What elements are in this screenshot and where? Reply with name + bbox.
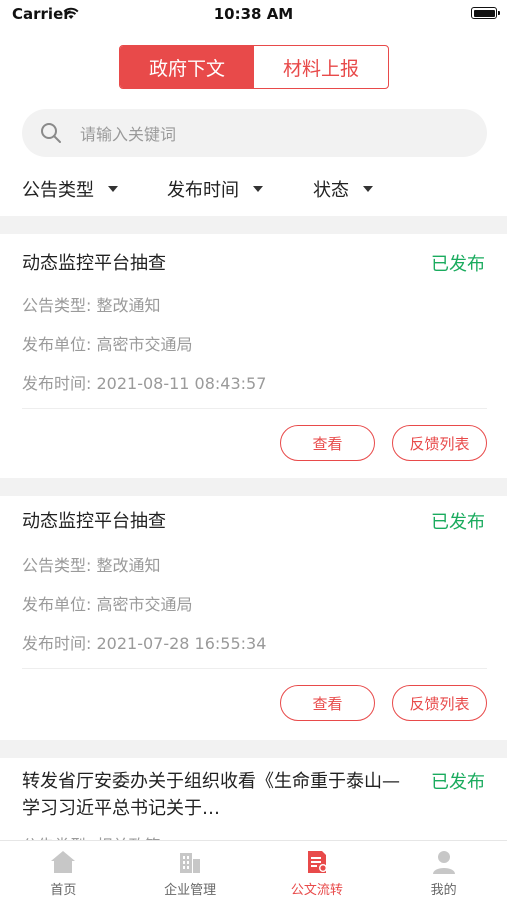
publish-time: 发布时间: 2021-08-11 08:43:57	[22, 374, 267, 393]
status-badge: 已发布	[431, 254, 485, 275]
card-title[interactable]: 动态监控平台抽查	[22, 508, 402, 535]
publish-unit: 发布单位: 高密市交通局	[22, 335, 193, 354]
section-separator	[0, 740, 507, 758]
home-icon	[51, 851, 76, 873]
tab-mine[interactable]: 我的	[380, 841, 507, 901]
filter-bar: 公告类型 发布时间 状态	[0, 168, 507, 208]
filter-announcement-type[interactable]: 公告类型	[22, 176, 118, 202]
status-time: 10:38 AM	[213, 5, 294, 23]
section-separator	[0, 216, 507, 234]
tab-material-report[interactable]: 材料上报	[254, 46, 388, 88]
tab-document-flow[interactable]: 公文流转	[254, 841, 381, 901]
caret-down-icon	[108, 186, 118, 192]
announcement-type: 公告类型: 相关政策	[22, 832, 160, 840]
publish-time: 发布时间: 2021-07-28 16:55:34	[22, 634, 267, 653]
battery-icon	[471, 7, 500, 19]
tab-enterprise[interactable]: 企业管理	[127, 841, 254, 901]
status-badge: 已发布	[431, 772, 485, 793]
view-button[interactable]: 查看	[280, 685, 375, 721]
card-divider	[22, 408, 487, 409]
user-icon	[432, 851, 455, 874]
search-bar	[22, 109, 487, 159]
building-icon	[180, 853, 201, 873]
notice-card: 动态监控平台抽查 已发布 公告类型: 整改通知 发布单位: 高密市交通局 发布时…	[0, 496, 507, 740]
tab-label: 企业管理	[164, 883, 217, 898]
filter-publish-time[interactable]: 发布时间	[167, 176, 263, 202]
segmented-control: 政府下文 材料上报	[119, 45, 389, 89]
tab-label: 首页	[50, 883, 77, 898]
view-button[interactable]: 查看	[280, 425, 375, 461]
notice-card: 动态监控平台抽查 已发布 公告类型: 整改通知 发布单位: 高密市交通局 发布时…	[0, 234, 507, 478]
tab-label: 我的	[430, 883, 457, 898]
search-icon	[41, 123, 61, 143]
filter-status[interactable]: 状态	[313, 176, 373, 202]
filter-label: 状态	[313, 180, 349, 201]
announcement-type: 公告类型: 整改通知	[22, 296, 161, 315]
card-divider	[22, 668, 487, 669]
publish-unit: 发布单位: 高密市交通局	[22, 595, 193, 614]
tab-home[interactable]: 首页	[0, 841, 127, 901]
filter-label: 公告类型	[22, 180, 94, 201]
caret-down-icon	[363, 186, 373, 192]
card-title[interactable]: 动态监控平台抽查	[22, 250, 402, 277]
card-title[interactable]: 转发省厅安委办关于组织收看《生命重于泰山—学习习近平总书记关于…	[22, 768, 402, 822]
announcement-type: 公告类型: 整改通知	[22, 556, 161, 575]
tab-label: 公文流转	[290, 883, 343, 898]
status-bar: Carrier 10:38 AM	[0, 0, 507, 30]
section-separator	[0, 478, 507, 496]
feedback-list-button[interactable]: 反馈列表	[392, 685, 487, 721]
search-input[interactable]	[78, 109, 472, 159]
caret-down-icon	[253, 186, 263, 192]
bottom-tab-bar: 首页 企业管理 公文流转 我的	[0, 840, 507, 901]
status-badge: 已发布	[431, 512, 485, 533]
document-icon	[307, 851, 327, 873]
feedback-list-button[interactable]: 反馈列表	[392, 425, 487, 461]
filter-label: 发布时间	[167, 180, 239, 201]
notice-card: 转发省厅安委办关于组织收看《生命重于泰山—学习习近平总书记关于… 已发布 公告类…	[0, 758, 507, 840]
tab-government-docs[interactable]: 政府下文	[120, 46, 254, 88]
